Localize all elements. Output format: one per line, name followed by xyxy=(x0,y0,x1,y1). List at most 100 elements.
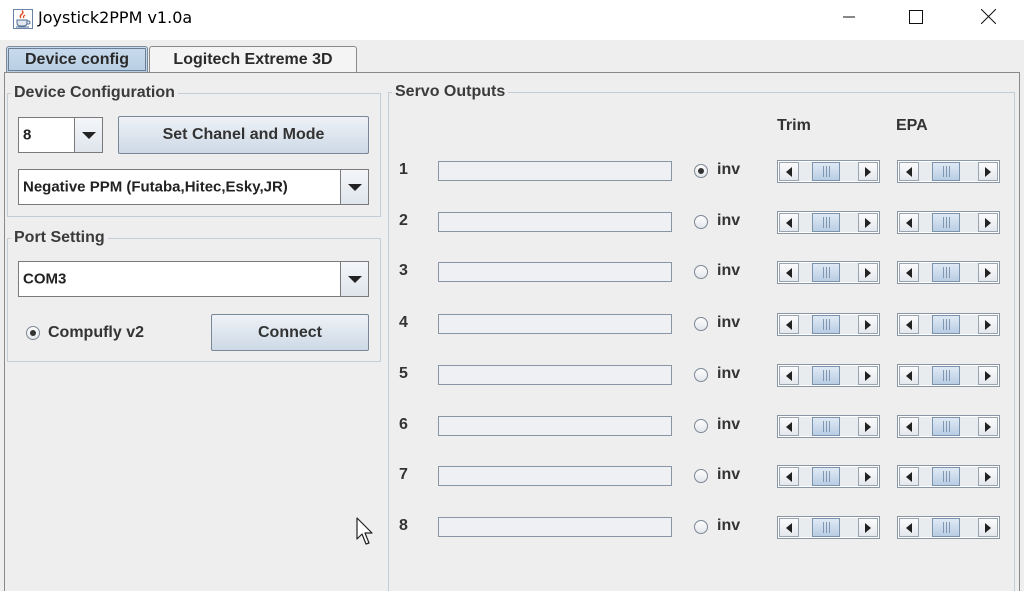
trim-increase-button[interactable] xyxy=(858,213,878,232)
epa-decrease-button[interactable] xyxy=(899,467,919,486)
trim-decrease-button[interactable] xyxy=(779,315,799,334)
tab-device-config[interactable]: Device config xyxy=(6,46,148,73)
trim-decrease-button[interactable] xyxy=(779,518,799,537)
trim-increase-button[interactable] xyxy=(858,162,878,181)
epa-scrollbar[interactable] xyxy=(897,364,1000,387)
epa-thumb[interactable] xyxy=(932,417,960,436)
thumb-grip xyxy=(945,166,947,177)
window-title: Joystick2PPM v1.0a xyxy=(38,8,193,27)
mode-select[interactable]: Negative PPM (Futaba,Hitec,Esky,JR) xyxy=(18,169,369,205)
epa-increase-button[interactable] xyxy=(978,518,998,537)
trim-increase-button[interactable] xyxy=(858,315,878,334)
trim-thumb[interactable] xyxy=(812,417,840,436)
channels-select[interactable]: 8 xyxy=(18,117,103,153)
trim-decrease-button[interactable] xyxy=(779,263,799,282)
minimize-button[interactable] xyxy=(826,0,872,38)
tab-label: Device config xyxy=(24,51,130,68)
trim-scrollbar[interactable] xyxy=(777,211,880,234)
trim-increase-button[interactable] xyxy=(858,263,878,282)
inv-radio[interactable] xyxy=(694,215,708,229)
channels-dropdown-button[interactable] xyxy=(74,117,103,153)
trim-thumb[interactable] xyxy=(812,518,840,537)
epa-decrease-button[interactable] xyxy=(899,417,919,436)
close-button[interactable] xyxy=(965,0,1011,38)
epa-increase-button[interactable] xyxy=(978,467,998,486)
thumb-grip xyxy=(942,370,944,381)
epa-increase-button[interactable] xyxy=(978,366,998,385)
inv-label: inv xyxy=(717,161,741,178)
trim-thumb[interactable] xyxy=(812,213,840,232)
set-channel-and-mode-button[interactable]: Set Chanel and Mode xyxy=(118,116,369,154)
thumb-grip xyxy=(942,319,944,330)
compufly-radio[interactable] xyxy=(26,326,40,340)
epa-increase-button[interactable] xyxy=(978,213,998,232)
port-setting-title: Port Setting xyxy=(11,229,108,247)
epa-decrease-button[interactable] xyxy=(899,366,919,385)
trim-increase-button[interactable] xyxy=(858,467,878,486)
inv-radio[interactable] xyxy=(694,317,708,331)
inv-radio[interactable] xyxy=(694,368,708,382)
epa-thumb[interactable] xyxy=(932,518,960,537)
epa-decrease-button[interactable] xyxy=(899,315,919,334)
trim-thumb[interactable] xyxy=(812,263,840,282)
epa-decrease-button[interactable] xyxy=(899,213,919,232)
epa-decrease-button[interactable] xyxy=(899,263,919,282)
epa-thumb[interactable] xyxy=(932,162,960,181)
epa-decrease-button[interactable] xyxy=(899,162,919,181)
connect-button[interactable]: Connect xyxy=(211,314,369,351)
inv-radio[interactable] xyxy=(694,265,708,279)
arrow-left-icon xyxy=(906,267,912,278)
trim-increase-button[interactable] xyxy=(858,417,878,436)
inv-radio[interactable] xyxy=(694,419,708,433)
port-dropdown-button[interactable] xyxy=(340,261,369,297)
trim-thumb[interactable] xyxy=(812,162,840,181)
epa-thumb[interactable] xyxy=(932,315,960,334)
inv-radio[interactable] xyxy=(694,520,708,534)
inv-radio[interactable] xyxy=(694,469,708,483)
epa-scrollbar[interactable] xyxy=(897,211,1000,234)
epa-scrollbar[interactable] xyxy=(897,313,1000,336)
epa-increase-button[interactable] xyxy=(978,417,998,436)
epa-scrollbar[interactable] xyxy=(897,516,1000,539)
arrow-right-icon xyxy=(985,471,991,482)
trim-scrollbar[interactable] xyxy=(777,261,880,284)
epa-scrollbar[interactable] xyxy=(897,465,1000,488)
thumb-grip xyxy=(948,522,950,533)
epa-scrollbar[interactable] xyxy=(897,160,1000,183)
inv-radio[interactable] xyxy=(694,164,708,178)
trim-scrollbar[interactable] xyxy=(777,465,880,488)
connect-button-label: Connect xyxy=(258,323,322,341)
trim-decrease-button[interactable] xyxy=(779,366,799,385)
epa-increase-button[interactable] xyxy=(978,315,998,334)
trim-scrollbar[interactable] xyxy=(777,516,880,539)
tab-logitech-extreme-3d[interactable]: Logitech Extreme 3D xyxy=(149,46,357,73)
trim-scrollbar[interactable] xyxy=(777,313,880,336)
epa-scrollbar[interactable] xyxy=(897,415,1000,438)
trim-decrease-button[interactable] xyxy=(779,213,799,232)
epa-scrollbar[interactable] xyxy=(897,261,1000,284)
trim-thumb[interactable] xyxy=(812,315,840,334)
thumb-grip xyxy=(828,421,830,432)
trim-thumb[interactable] xyxy=(812,467,840,486)
epa-thumb[interactable] xyxy=(932,213,960,232)
epa-decrease-button[interactable] xyxy=(899,518,919,537)
trim-increase-button[interactable] xyxy=(858,366,878,385)
trim-scrollbar[interactable] xyxy=(777,415,880,438)
epa-increase-button[interactable] xyxy=(978,263,998,282)
arrow-left-icon xyxy=(786,370,792,381)
epa-thumb[interactable] xyxy=(932,263,960,282)
trim-scrollbar[interactable] xyxy=(777,364,880,387)
epa-header: EPA xyxy=(896,117,928,134)
trim-increase-button[interactable] xyxy=(858,518,878,537)
maximize-button[interactable] xyxy=(893,0,939,38)
trim-decrease-button[interactable] xyxy=(779,417,799,436)
epa-increase-button[interactable] xyxy=(978,162,998,181)
trim-decrease-button[interactable] xyxy=(779,162,799,181)
mode-dropdown-button[interactable] xyxy=(340,169,369,205)
trim-decrease-button[interactable] xyxy=(779,467,799,486)
trim-scrollbar[interactable] xyxy=(777,160,880,183)
epa-thumb[interactable] xyxy=(932,467,960,486)
port-select[interactable]: COM3 xyxy=(18,261,369,297)
trim-thumb[interactable] xyxy=(812,366,840,385)
epa-thumb[interactable] xyxy=(932,366,960,385)
